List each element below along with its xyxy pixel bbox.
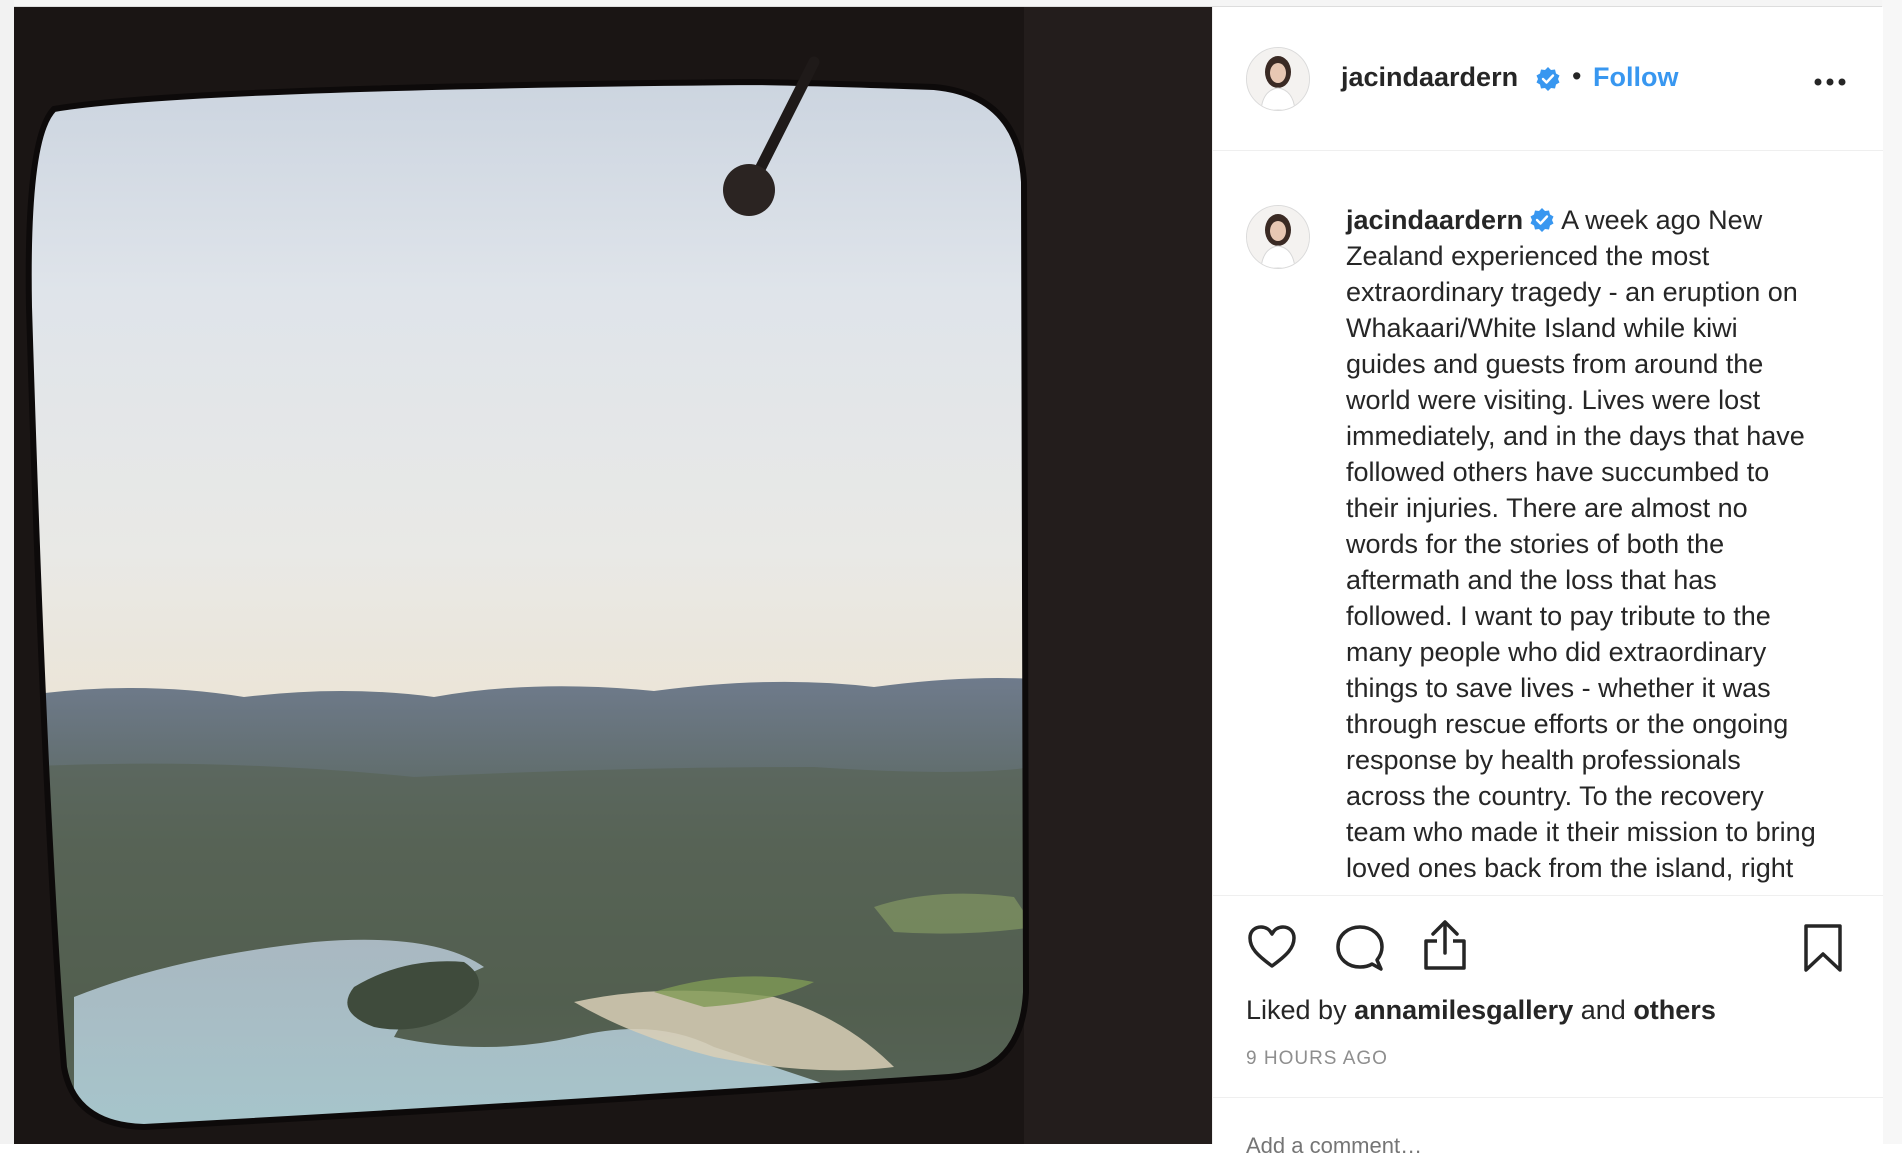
caption-author-avatar[interactable]: [1246, 205, 1310, 269]
liked-by-user-link[interactable]: annamilesgallery: [1354, 995, 1573, 1025]
action-bar: [1213, 895, 1883, 995]
heart-icon[interactable]: [1247, 924, 1297, 970]
post-photo[interactable]: [14, 7, 1212, 1144]
caption-line: world were visiting. Lives were lost: [1346, 385, 1761, 415]
caption-area: jacindaardern A week ago New Zealand expe…: [1213, 150, 1883, 896]
caption-line: loved ones back from the island, right: [1346, 853, 1794, 883]
caption-line: through rescue efforts or the ongoing: [1346, 709, 1789, 739]
caption-line: things to save lives - whether it was: [1346, 673, 1771, 703]
author-avatar[interactable]: [1246, 47, 1310, 111]
caption-opening-text: A week ago New: [1561, 205, 1763, 235]
airplane-window-photo: [14, 7, 1212, 1144]
caption-line: guides and guests from around the: [1346, 349, 1764, 379]
caption-line: immediately, and in the days that have: [1346, 421, 1805, 451]
caption-text: jacindaardern A week ago New Zealand expe…: [1346, 202, 1866, 886]
post-header: jacindaardern • Follow: [1213, 7, 1883, 151]
caption-line: many people who did extraordinary: [1346, 637, 1767, 667]
more-options-icon[interactable]: [1813, 77, 1847, 87]
caption-line: followed others have succumbed to: [1346, 457, 1770, 487]
comment-icon[interactable]: [1335, 924, 1385, 974]
likes-prefix: Liked by: [1246, 995, 1347, 1025]
browser-frame-left: [0, 0, 14, 1144]
browser-frame-right: [1882, 0, 1902, 1144]
caption-username[interactable]: jacindaardern: [1346, 205, 1523, 235]
follow-button[interactable]: Follow: [1593, 62, 1678, 93]
caption-line: Zealand experienced the most: [1346, 241, 1710, 271]
caption-line: extraordinary tragedy - an eruption on: [1346, 277, 1798, 307]
caption-line: team who made it their mission to bring: [1346, 817, 1816, 847]
comment-row: [1213, 1097, 1883, 1156]
caption-line: across the country. To the recovery: [1346, 781, 1764, 811]
likes-conjunction: and: [1580, 995, 1626, 1025]
caption-line: words for the stories of both the: [1346, 529, 1725, 559]
caption-line: their injuries. There are almost no: [1346, 493, 1748, 523]
post-detail-panel: jacindaardern • Follow jacindaardern A we…: [1212, 7, 1883, 1156]
comment-input[interactable]: [1246, 1136, 1716, 1156]
caption-line: Whakaari/White Island while kiwi: [1346, 313, 1738, 343]
caption-line: followed. I want to pay tribute to the: [1346, 601, 1771, 631]
share-icon[interactable]: [1422, 919, 1468, 971]
separator-dot: •: [1572, 61, 1582, 91]
verified-badge-icon: [1530, 208, 1554, 232]
likes-summary: Liked by annamilesgallery and others: [1246, 995, 1716, 1026]
caption-first-line: jacindaardern A week ago New: [1346, 202, 1866, 238]
caption-line: aftermath and the loss that has: [1346, 565, 1717, 595]
bookmark-icon[interactable]: [1802, 923, 1844, 973]
browser-frame-top: [0, 0, 1902, 7]
post-timestamp[interactable]: 9 HOURS AGO: [1246, 1048, 1388, 1070]
caption-line: response by health professionals: [1346, 745, 1741, 775]
author-username[interactable]: jacindaardern: [1341, 62, 1518, 93]
verified-badge-icon: [1536, 67, 1560, 91]
liked-by-others-link[interactable]: others: [1633, 995, 1716, 1025]
